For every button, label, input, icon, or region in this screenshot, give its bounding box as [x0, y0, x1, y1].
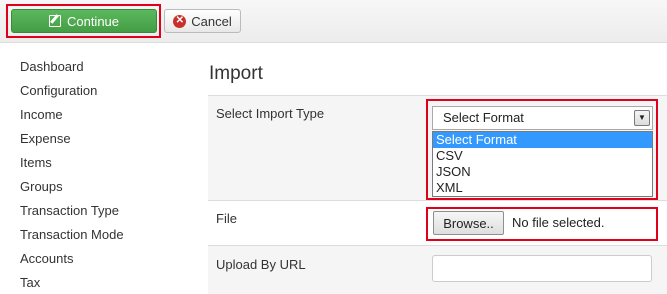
row-divider	[208, 200, 667, 201]
select-value: Select Format	[443, 110, 524, 125]
sidebar-item-dashboard[interactable]: Dashboard	[20, 58, 124, 82]
sidebar-item-configuration[interactable]: Configuration	[20, 82, 124, 106]
page-title: Import	[209, 63, 263, 84]
continue-button[interactable]: Continue	[11, 9, 157, 33]
sidebar-item-transaction-mode[interactable]: Transaction Mode	[20, 226, 124, 250]
sidebar-item-expense[interactable]: Expense	[20, 130, 124, 154]
sidebar-item-tax[interactable]: Tax	[20, 274, 124, 294]
sidebar-item-accounts[interactable]: Accounts	[20, 250, 124, 274]
file-status: No file selected.	[512, 215, 605, 230]
sidebar-item-transaction-type[interactable]: Transaction Type	[20, 202, 124, 226]
browse-button[interactable]: Browse..	[433, 211, 504, 235]
option-select-format[interactable]: Select Format	[433, 132, 652, 148]
cancel-label: Cancel	[191, 13, 232, 29]
chevron-down-icon[interactable]: ▼	[634, 110, 650, 126]
continue-label: Continue	[66, 13, 120, 29]
option-csv[interactable]: CSV	[433, 148, 652, 164]
sidebar-item-income[interactable]: Income	[20, 106, 124, 130]
edit-icon	[48, 15, 61, 27]
sidebar-nav: Dashboard Configuration Income Expense I…	[20, 58, 124, 294]
upload-url-label: Upload By URL	[216, 257, 306, 272]
cancel-button[interactable]: ✕ Cancel	[164, 9, 241, 33]
import-type-dropdown: Select Format CSV JSON XML	[432, 131, 653, 197]
file-label: File	[216, 211, 237, 226]
import-type-select[interactable]: Select Format ▼	[432, 106, 653, 130]
upload-url-input[interactable]	[432, 255, 652, 282]
option-xml[interactable]: XML	[433, 180, 652, 196]
option-json[interactable]: JSON	[433, 164, 652, 180]
import-type-label: Select Import Type	[216, 106, 325, 121]
cancel-icon: ✕	[173, 14, 187, 28]
sidebar-item-groups[interactable]: Groups	[20, 178, 124, 202]
sidebar-item-items[interactable]: Items	[20, 154, 124, 178]
